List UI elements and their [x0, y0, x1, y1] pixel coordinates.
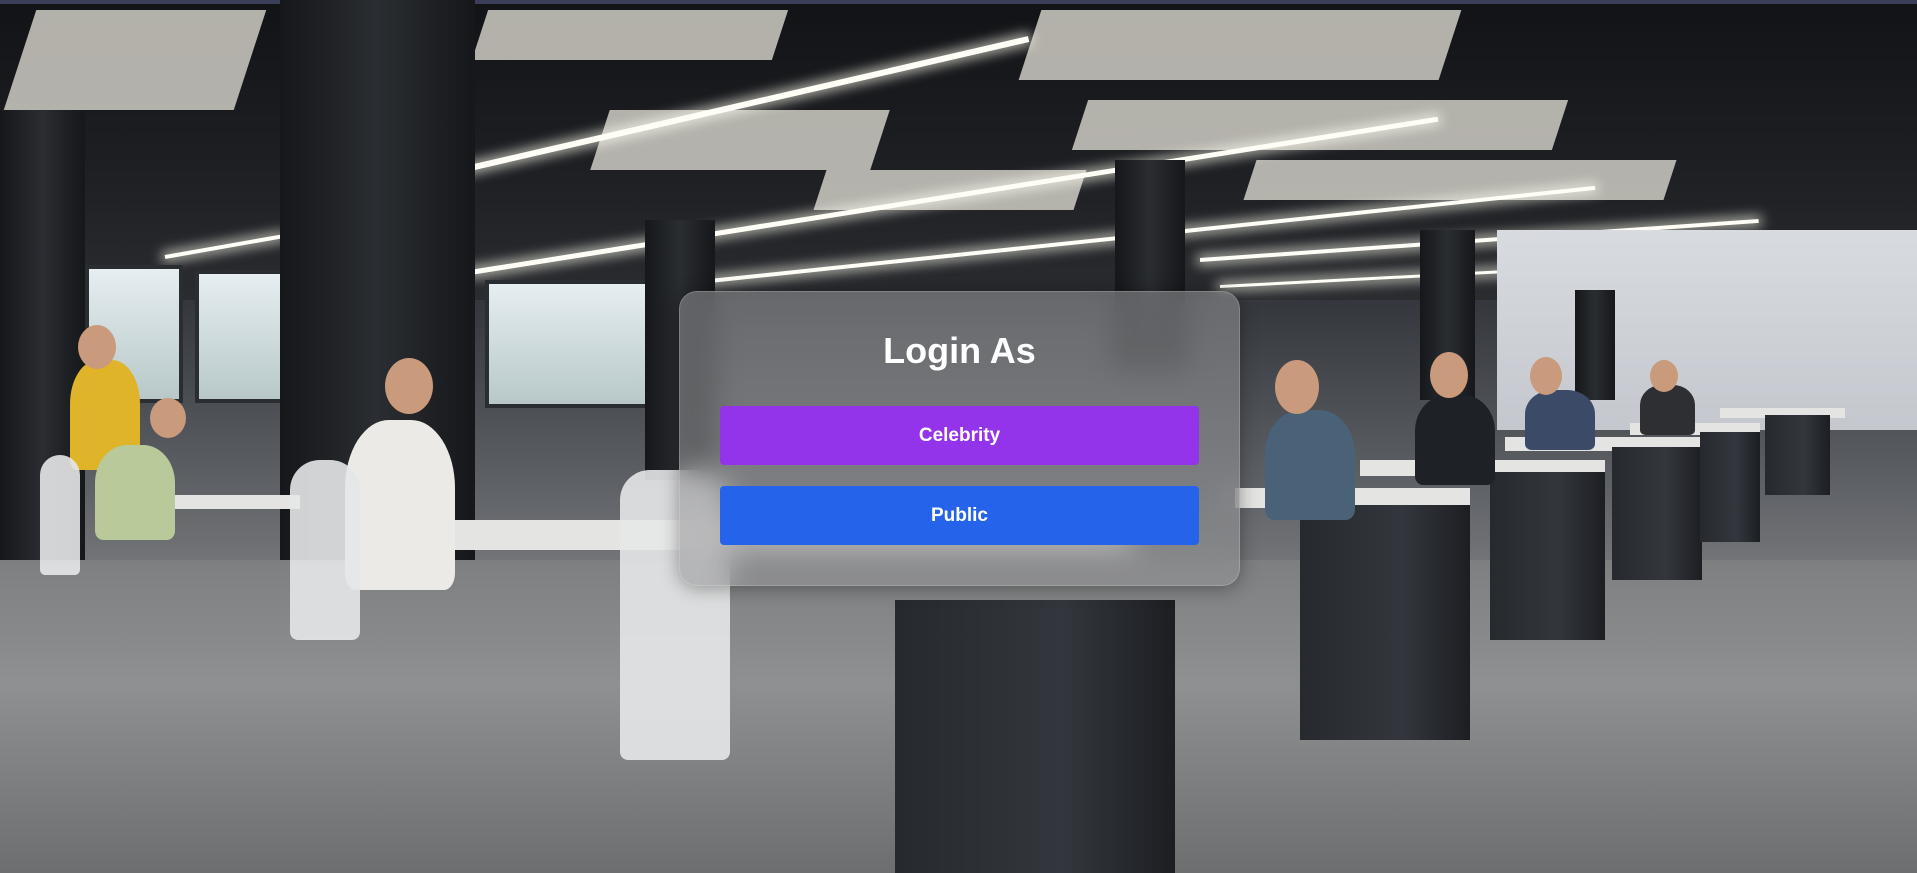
public-button[interactable]: Public	[720, 486, 1199, 545]
desk-cabinet	[1700, 432, 1760, 542]
desk-cabinet	[1490, 472, 1605, 640]
window	[195, 270, 293, 403]
office-chair	[290, 460, 360, 640]
ceiling-panel	[471, 10, 789, 60]
person	[1275, 360, 1319, 414]
office-chair	[40, 455, 80, 575]
desk-cabinet	[1765, 415, 1830, 495]
person	[78, 325, 116, 369]
person	[1650, 360, 1678, 392]
person	[1525, 390, 1595, 450]
ceiling-panel	[3, 10, 267, 110]
celebrity-button[interactable]: Celebrity	[720, 406, 1199, 465]
ceiling-panel	[813, 170, 1087, 210]
person	[1415, 395, 1495, 485]
person	[1530, 357, 1562, 395]
pillar	[1575, 290, 1615, 400]
desk-cabinet	[1612, 447, 1702, 580]
desk	[160, 495, 300, 509]
login-title: Login As	[883, 330, 1036, 371]
ceiling-panel	[1243, 160, 1677, 200]
login-card: Login As Celebrity Public	[679, 291, 1240, 586]
ceiling-panel	[1071, 100, 1569, 150]
window	[485, 280, 653, 408]
ceiling-panel	[1018, 10, 1462, 80]
person	[345, 420, 455, 590]
desk-cabinet	[1300, 505, 1470, 740]
person	[385, 358, 433, 414]
person	[150, 398, 186, 438]
ceiling-panel	[590, 110, 890, 170]
person	[1265, 410, 1355, 520]
person	[95, 445, 175, 540]
person	[1640, 385, 1695, 435]
person	[1430, 352, 1468, 398]
desk-cabinet	[895, 600, 1175, 873]
